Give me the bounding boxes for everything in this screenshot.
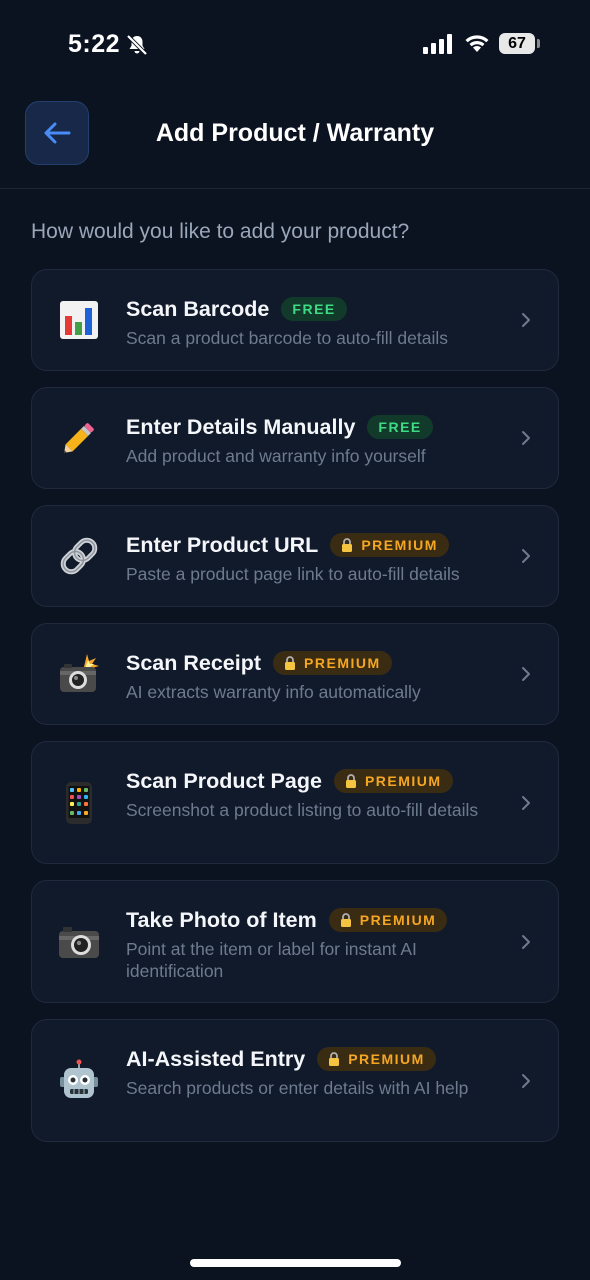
option-scan-barcode[interactable]: Scan Barcode FREE Scan a product barcode… <box>31 269 559 371</box>
battery-indicator: 67 <box>499 33 535 54</box>
option-enter-details-manually[interactable]: Enter Details Manually FREE Add product … <box>31 387 559 489</box>
badge-label: FREE <box>292 301 336 317</box>
premium-badge: PREMIUM <box>273 651 392 675</box>
lock-icon <box>329 1052 340 1066</box>
robot-icon <box>56 1058 102 1104</box>
option-description: Scan a product barcode to auto-fill deta… <box>126 328 448 348</box>
option-list: Scan Barcode FREE Scan a product barcode… <box>31 269 559 1158</box>
page-title: Add Product / Warranty <box>155 119 435 147</box>
option-title: Scan Receipt <box>126 650 262 675</box>
badge-label: PREMIUM <box>348 1051 425 1067</box>
wifi-icon <box>465 35 489 52</box>
badge-label: PREMIUM <box>364 773 442 789</box>
free-badge: FREE <box>281 297 347 321</box>
option-enter-product-url[interactable]: Enter Product URL PREMIUM Paste a produc… <box>31 505 559 607</box>
option-title: Take Photo of Item <box>126 907 317 932</box>
option-title: Scan Product Page <box>126 768 322 793</box>
home-indicator[interactable] <box>190 1259 401 1267</box>
phone-icon <box>56 780 102 826</box>
option-title: AI-Assisted Entry <box>126 1046 306 1071</box>
bar-chart-icon <box>56 297 102 343</box>
option-description: Screenshot a product listing to auto-fil… <box>126 800 479 820</box>
option-description: Search products or enter details with AI… <box>126 1078 469 1098</box>
option-description: Add product and warranty info yourself <box>126 446 426 466</box>
status-time: 5:22 <box>68 30 121 58</box>
option-scan-product-page[interactable]: Scan Product Page PREMIUM Screenshot a p… <box>31 741 559 864</box>
option-description: Point at the item or label for instant A… <box>126 939 417 981</box>
camera-icon <box>56 919 102 965</box>
chevron-right-icon <box>522 313 530 327</box>
option-description: AI extracts warranty info automatically <box>126 682 421 702</box>
option-take-photo-of-item[interactable]: Take Photo of Item PREMIUM Point at the … <box>31 880 559 1003</box>
lock-icon <box>285 656 296 670</box>
chevron-right-icon <box>522 431 530 445</box>
bell-muted-icon <box>126 34 148 56</box>
option-ai-assisted-entry[interactable]: AI-Assisted Entry PREMIUM Search product… <box>31 1019 559 1142</box>
free-badge: FREE <box>367 415 433 439</box>
chevron-right-icon <box>522 549 530 563</box>
link-icon <box>56 533 102 579</box>
lock-icon <box>345 774 356 788</box>
chevron-right-icon <box>522 795 530 810</box>
lock-icon <box>342 538 353 552</box>
screen: 5:22 67 Add Product / Warranty How would… <box>0 0 590 1280</box>
premium-badge: PREMIUM <box>333 769 453 793</box>
badge-label: FREE <box>378 419 422 435</box>
badge-label: PREMIUM <box>361 537 438 553</box>
premium-badge: PREMIUM <box>317 1047 436 1071</box>
option-scan-receipt[interactable]: Scan Receipt PREMIUM AI extracts warrant… <box>31 623 559 725</box>
badge-label: PREMIUM <box>359 912 437 928</box>
camera-flash-icon <box>56 651 102 697</box>
chevron-right-icon <box>522 667 530 681</box>
pencil-icon <box>56 415 102 461</box>
option-description: Paste a product page link to auto-fill d… <box>126 564 460 584</box>
lock-icon <box>340 913 351 927</box>
chevron-right-icon <box>522 1073 530 1088</box>
option-title: Enter Details Manually <box>126 414 356 439</box>
header: Add Product / Warranty <box>0 100 590 188</box>
premium-badge: PREMIUM <box>328 908 448 932</box>
status-bar: 5:22 67 <box>0 0 590 88</box>
chevron-right-icon <box>522 934 530 949</box>
option-title: Scan Barcode <box>126 296 270 321</box>
option-title: Enter Product URL <box>126 532 319 557</box>
battery-cap <box>537 39 540 48</box>
badge-label: PREMIUM <box>304 655 381 671</box>
premium-badge: PREMIUM <box>330 533 449 557</box>
prompt-text: How would you like to add your product? <box>31 220 410 243</box>
header-divider <box>0 188 590 189</box>
cellular-signal-icon <box>423 34 452 54</box>
